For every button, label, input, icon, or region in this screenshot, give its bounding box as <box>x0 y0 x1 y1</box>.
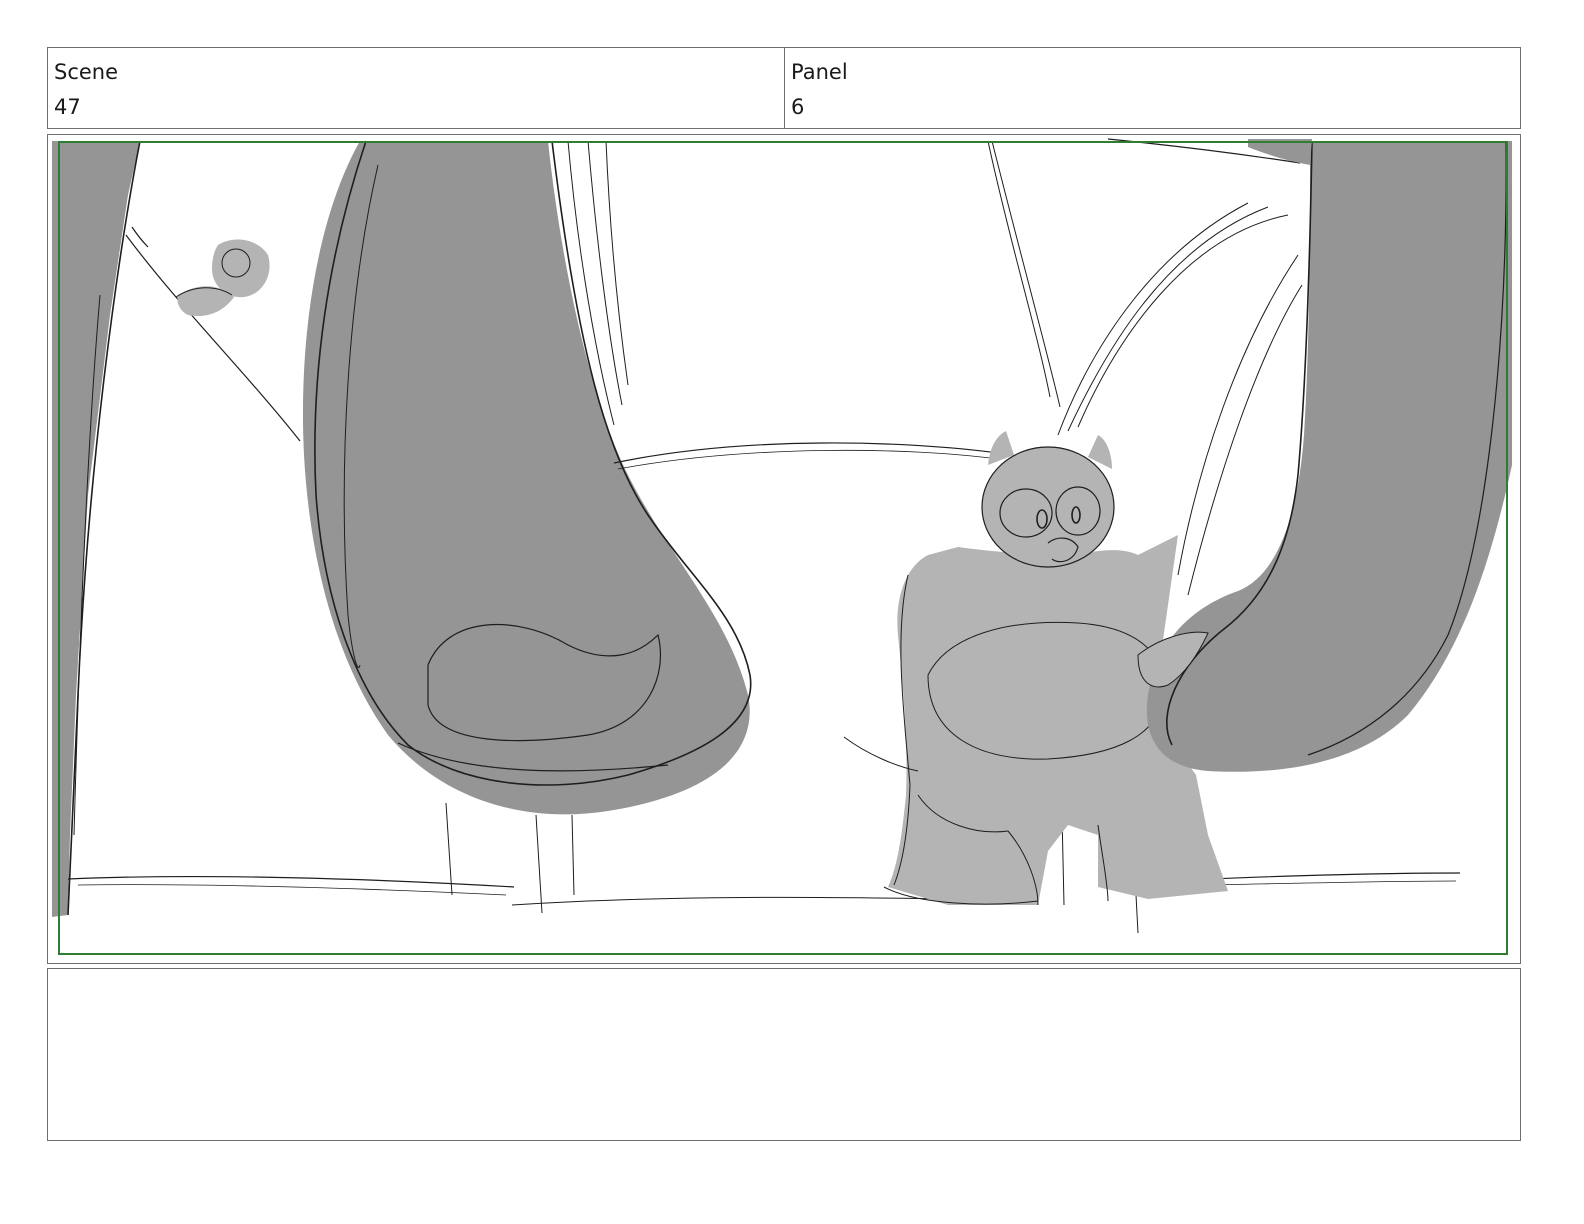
center-trunk-shape <box>302 141 750 815</box>
branch-line-1 <box>1057 202 1249 436</box>
storyboard-sketch <box>52 138 1512 955</box>
distant-character <box>175 239 270 317</box>
panel-notes[interactable] <box>47 968 1521 1141</box>
trunk-strand-3 <box>605 140 629 386</box>
left-trunk-shape <box>52 141 140 917</box>
branch-line-3 <box>1077 214 1289 428</box>
pole-line-5 <box>1135 894 1139 934</box>
ground-line-right-2 <box>1207 880 1457 886</box>
panel-number: 6 <box>791 95 805 119</box>
rope-line-1 <box>987 140 1051 398</box>
scene-label: Scene <box>54 60 119 84</box>
pole-line-2 <box>535 814 543 914</box>
owl-head-fill <box>982 447 1114 567</box>
scene-number: 47 <box>54 95 81 119</box>
ground-line-center <box>511 896 949 906</box>
trunk-strand-2 <box>587 140 623 406</box>
pole-line-3 <box>571 814 575 896</box>
panel-frame <box>47 134 1521 964</box>
panel-label: Panel <box>791 60 848 84</box>
right-trunk-shape <box>1146 141 1512 772</box>
storyboard-header: Scene 47 Panel 6 <box>47 47 1521 129</box>
scene-cell: Scene 47 <box>48 48 785 128</box>
panel-cell: Panel 6 <box>785 48 1520 128</box>
ground-line-left-2 <box>77 884 507 896</box>
branch-line-4 <box>1177 254 1299 576</box>
ground-line-left <box>67 875 515 888</box>
rope-line-2 <box>991 140 1061 408</box>
cliff-line-2 <box>131 226 149 248</box>
branch-line-2 <box>1067 206 1269 432</box>
ground-line-right <box>1207 872 1461 880</box>
pole-line-1 <box>445 802 453 896</box>
